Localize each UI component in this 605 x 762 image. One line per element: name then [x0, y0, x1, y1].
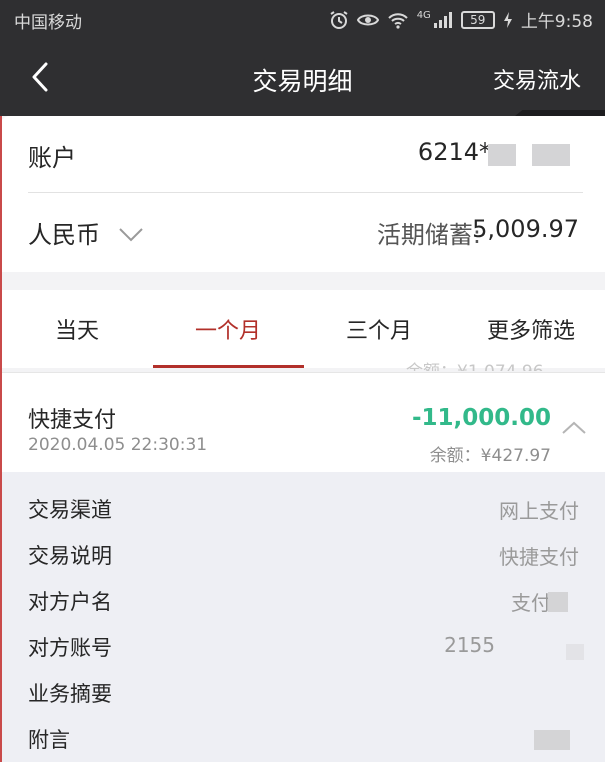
detail-row: 业务摘要 [0, 670, 605, 716]
balance-value: 5,009.97 [472, 215, 579, 243]
chevron-up-icon[interactable] [561, 421, 587, 435]
masked-remark [534, 730, 570, 750]
battery-level: 59 [470, 12, 486, 27]
transaction-amount: -11,000.00 [411, 405, 551, 431]
masked-account-digits [488, 144, 516, 166]
active-tab-indicator [153, 365, 304, 368]
top-bar: 中国移动 4G 59 上午9:58 交易明细 交易流水 [0, 0, 605, 116]
balance-label: 活期储蓄: [376, 221, 481, 249]
status-icons: 4G 59 上午9:58 [329, 7, 593, 32]
charging-icon [503, 11, 512, 28]
account-row[interactable]: 账户 6214* [0, 116, 605, 192]
detail-value: 2155 [444, 633, 495, 657]
masked-account-digits-2 [532, 144, 570, 166]
account-label: 账户 [28, 144, 76, 172]
detail-row: 交易说明 快捷支付 [0, 532, 605, 578]
wifi-icon [387, 12, 408, 29]
clock: 上午9:58 [520, 12, 593, 32]
transaction-name: 快捷支付 [28, 408, 117, 433]
detail-value: 支付 [511, 591, 551, 615]
battery-icon: 59 [460, 10, 495, 29]
detail-row: 对方户名 支付 [0, 578, 605, 624]
transaction-datetime: 2020.04.05 22:30:31 [28, 435, 208, 455]
tab-today[interactable]: 当天 [2, 313, 152, 345]
account-number: 6214* [417, 138, 491, 166]
status-bar: 中国移动 4G 59 上午9:58 [0, 0, 605, 38]
account-card: 账户 6214* 人民币 活期储蓄: 5,009.97 [0, 116, 605, 272]
transaction-balance: 余额：¥427.97 [429, 446, 551, 466]
transaction-row[interactable]: 快捷支付 2020.04.05 22:30:31 -11,000.00 余额：¥… [0, 372, 605, 472]
tab-one-month[interactable]: 一个月 [153, 313, 303, 345]
edge-line [0, 116, 2, 762]
detail-row: 附言 [0, 716, 605, 762]
detail-key: 业务摘要 [28, 682, 112, 706]
eye-icon [356, 14, 379, 25]
masked-name [548, 592, 568, 612]
detail-row: 交易渠道 网上支付 [0, 486, 605, 532]
detail-key: 交易渠道 [28, 498, 112, 522]
detail-value: 网上支付 [499, 499, 579, 523]
carrier-name: 中国移动 [14, 13, 82, 33]
currency-row: 人民币 活期储蓄: 5,009.97 [0, 193, 605, 269]
transaction-flow-button[interactable]: 交易流水 [493, 63, 581, 95]
transaction-details: 交易渠道 网上支付 交易说明 快捷支付 对方户名 支付 对方账号 2155 业务… [0, 472, 605, 762]
chevron-down-icon[interactable] [118, 227, 144, 243]
detail-row: 对方账号 2155 [0, 624, 605, 670]
detail-value: 快捷支付 [499, 545, 579, 569]
tab-three-months[interactable]: 三个月 [304, 313, 454, 345]
currency-select[interactable]: 人民币 [28, 215, 100, 250]
nav-bar: 交易明细 交易流水 [0, 40, 605, 116]
detail-key: 交易说明 [28, 544, 112, 568]
detail-key: 对方户名 [28, 590, 112, 614]
alarm-icon [330, 10, 348, 29]
network-type: 4G [416, 10, 431, 21]
previous-item-balance: 余额：¥1,074.96 [406, 357, 544, 371]
signal-icon [433, 11, 452, 28]
divider [0, 372, 605, 373]
detail-key: 对方账号 [28, 636, 112, 660]
masked-account [566, 644, 584, 660]
tab-more-filters[interactable]: 更多筛选 [456, 313, 605, 345]
detail-key: 附言 [28, 728, 70, 752]
